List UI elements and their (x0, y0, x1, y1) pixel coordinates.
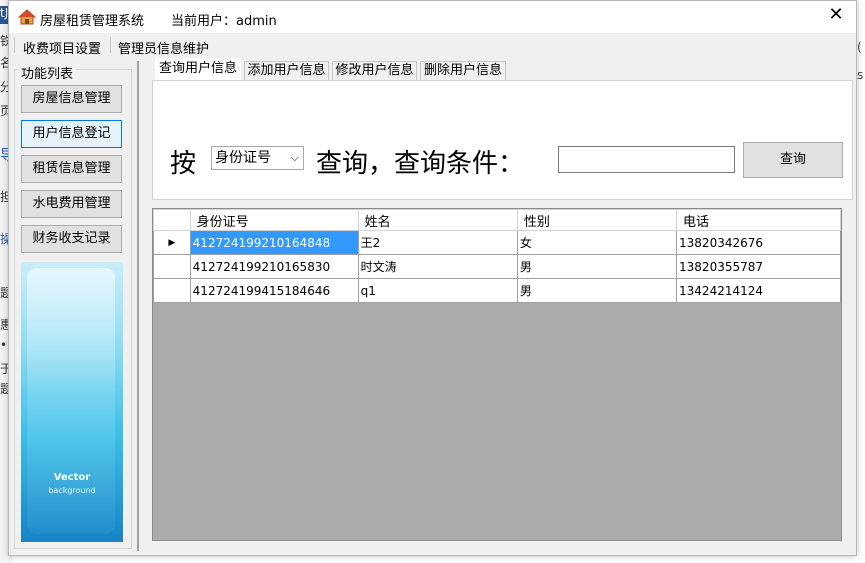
search-input[interactable] (558, 146, 735, 173)
menu-grip (14, 37, 15, 53)
table-cell[interactable]: 13820342676 (676, 230, 841, 255)
menu-separator (110, 37, 111, 53)
rental-info-button[interactable]: 租赁信息管理 (21, 155, 122, 183)
house-info-button[interactable]: 房屋信息管理 (21, 85, 122, 113)
column-header-phone[interactable]: 电话 (676, 209, 841, 231)
user-table: 身份证号 姓名 性别 电话 ▶ 412724199210164848 王2 女 … (153, 209, 841, 303)
title-bar[interactable]: 房屋租赁管理系统 当前用户：admin ✕ (9, 1, 856, 33)
table-cell[interactable]: 412724199210164848 (189, 230, 359, 255)
table-cell[interactable]: 412724199210165830 (189, 254, 359, 279)
chevron-down-icon: ⌵ (290, 151, 299, 164)
column-header-name[interactable]: 姓名 (357, 209, 518, 231)
current-user-label: 当前用户：admin (171, 14, 277, 29)
banner-text: Vector (53, 472, 91, 483)
table-cell[interactable]: 13424214124 (676, 278, 841, 303)
tab-query-user[interactable]: 查询用户信息 (155, 58, 241, 80)
background-glyph: • (0, 338, 8, 352)
user-data-grid: 身份证号 姓名 性别 电话 ▶ 412724199210164848 王2 女 … (152, 208, 842, 541)
finance-record-button[interactable]: 财务收支记录 (21, 225, 122, 253)
tab-delete-user[interactable]: 删除用户信息 (420, 61, 506, 80)
table-cell[interactable]: 13820355787 (676, 254, 841, 279)
banner-subtext: background (48, 486, 96, 495)
column-header-gender[interactable]: 性别 (516, 209, 678, 231)
tab-edit-user[interactable]: 修改用户信息 (332, 61, 417, 80)
close-button[interactable]: ✕ (824, 4, 848, 26)
vector-banner-image: Vector background (21, 262, 123, 542)
query-tab-page (152, 80, 853, 200)
background-window-right-edge: ( s (857, 0, 865, 563)
table-row[interactable]: 412724199210165830 时文涛 男 13820355787 (153, 254, 841, 279)
function-list-title: 功能列表 (18, 63, 77, 82)
table-cell[interactable]: 时文涛 (357, 254, 518, 279)
menu-item-fee-settings[interactable]: 收费项目设置 (23, 38, 101, 57)
table-row[interactable]: ▶ 412724199210164848 王2 女 13820342676 (153, 230, 841, 255)
current-row-pointer-icon[interactable]: ▶ (153, 230, 191, 255)
menu-bar: 收费项目设置 管理员信息维护 (9, 34, 856, 57)
table-cell[interactable]: 412724199415184646 (189, 278, 359, 303)
table-header-row: 身份证号 姓名 性别 电话 (153, 209, 841, 231)
search-condition-label: 查询，查询条件： (316, 149, 525, 179)
menu-item-admin-info[interactable]: 管理员信息维护 (118, 38, 209, 57)
table-cell[interactable]: 女 (516, 230, 678, 255)
search-field-select[interactable]: 身份证号 ⌵ (211, 146, 304, 170)
row-header-corner (153, 209, 191, 231)
background-glyph: ( (857, 40, 862, 54)
table-row[interactable]: 412724199415184646 q1 男 13424214124 (153, 278, 841, 303)
search-prefix-label: 按 (170, 149, 197, 179)
utility-fee-button[interactable]: 水电费用管理 (21, 190, 122, 218)
table-cell[interactable]: 王2 (357, 230, 518, 255)
table-cell[interactable]: q1 (357, 278, 518, 303)
background-glyph: s (857, 68, 864, 82)
row-header[interactable] (153, 278, 191, 303)
tab-add-user[interactable]: 添加用户信息 (244, 61, 329, 80)
table-cell[interactable]: 男 (516, 278, 678, 303)
column-header-id[interactable]: 身份证号 (189, 209, 359, 231)
app-title: 房屋租赁管理系统 (40, 14, 145, 29)
user-register-button[interactable]: 用户信息登记 (21, 120, 122, 148)
panel-splitter[interactable] (137, 61, 139, 551)
search-field-value: 身份证号 (215, 150, 271, 166)
query-button[interactable]: 查询 (743, 142, 843, 178)
house-icon (18, 9, 36, 25)
table-cell[interactable]: 男 (516, 254, 678, 279)
main-window: 房屋租赁管理系统 当前用户：admin ✕ 收费项目设置 管理员信息维护 功能列… (8, 0, 857, 556)
row-header[interactable] (153, 254, 191, 279)
